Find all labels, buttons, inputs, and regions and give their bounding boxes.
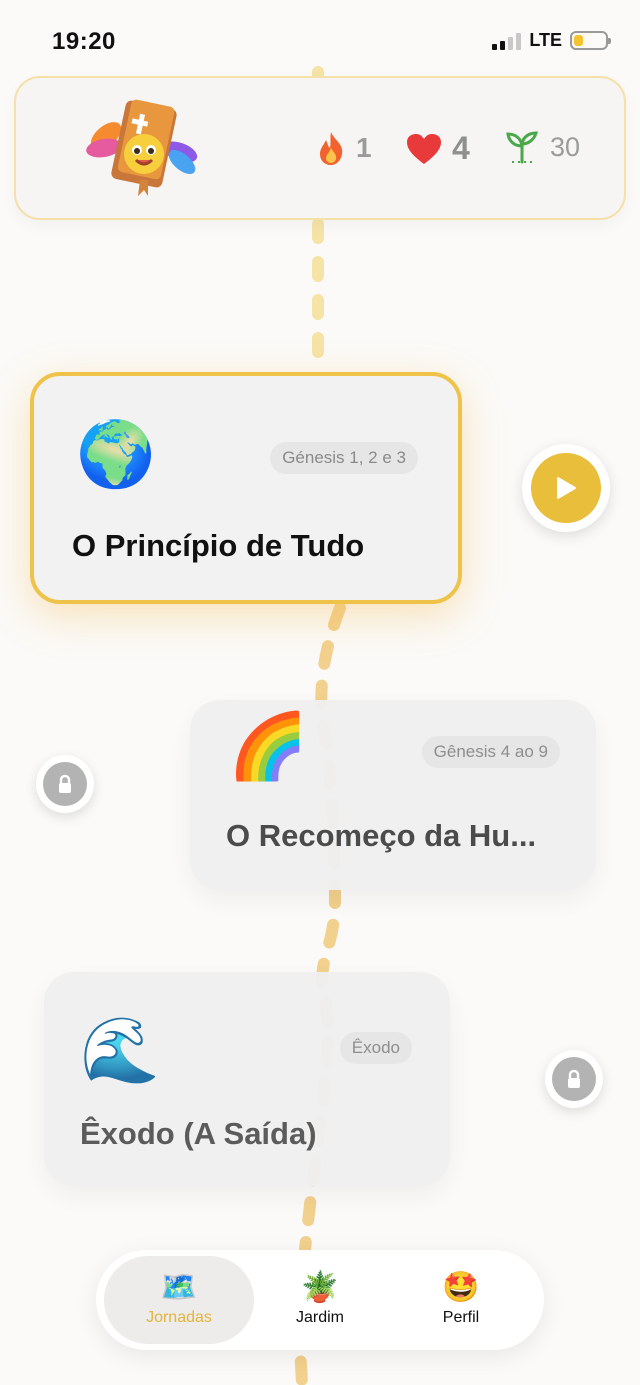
tab-label: Perfil (442, 1309, 480, 1326)
clock: 19:20 (52, 28, 116, 55)
journey-title: O Princípio de Tudo (72, 528, 365, 563)
tab-perfil[interactable]: 🤩 Perfil (386, 1256, 536, 1344)
seeds-count: 30 (550, 131, 581, 162)
journey-card-recomeco[interactable]: 🌈 Gênesis 4 ao 9 O Recomeço da Hu... (190, 700, 596, 890)
heart-icon (407, 133, 441, 164)
play-button-inner (531, 453, 601, 523)
journey-title: Êxodo (A Saída) (80, 1116, 317, 1151)
sprout-icon (506, 131, 538, 164)
play-button[interactable] (522, 444, 610, 532)
lock-button-exodo[interactable] (545, 1050, 603, 1108)
lock-button-inner (552, 1057, 596, 1101)
tab-jardim[interactable]: 🪴 Jardim (245, 1256, 395, 1344)
journey-card-exodo[interactable]: 🌊 Êxodo Êxodo (A Saída) (44, 972, 450, 1186)
streak-count: 1 (356, 132, 372, 163)
journey-reference: Gênesis 4 ao 9 (421, 736, 560, 768)
lock-button-recomeco[interactable] (36, 755, 94, 813)
battery-icon (570, 31, 611, 50)
lock-button-inner (43, 762, 87, 806)
journey-card-principio[interactable]: 🌍 Génesis 1, 2 e 3 O Princípio de Tudo (30, 372, 462, 604)
rainbow-icon: 🌈 (228, 710, 308, 782)
wave-icon: 🌊 (80, 1014, 160, 1086)
signal-icon (492, 32, 522, 50)
seeds-stat: 30 (504, 130, 580, 164)
tab-jornadas[interactable]: 🗺️ Jornadas (104, 1256, 254, 1344)
header-card: 1 4 30 (14, 76, 626, 220)
status-bar: 19:20 LTE (0, 0, 640, 80)
flame-icon (320, 132, 343, 165)
star-struck-icon: 🤩 (442, 1271, 480, 1304)
journey-reference: Êxodo (339, 1032, 412, 1064)
status-indicators: LTE (492, 30, 611, 51)
plant-icon: 🪴 (301, 1271, 339, 1304)
streak-stat: 1 (316, 130, 372, 166)
tab-label: Jornadas (146, 1309, 212, 1326)
lock-icon (59, 774, 71, 793)
journey-title: O Recomeço da Hu... (226, 818, 537, 853)
map-icon: 🗺️ (160, 1271, 198, 1304)
play-icon (557, 477, 576, 499)
tab-label: Jardim (295, 1309, 344, 1326)
globe-icon: 🌍 (76, 418, 156, 490)
bottom-tab-bar: 🗺️ Jornadas 🪴 Jardim 🤩 Perfil (96, 1250, 544, 1350)
network-label: LTE (529, 30, 562, 50)
lives-count: 4 (452, 130, 470, 166)
mascot-bible-icon (86, 99, 198, 196)
journey-reference: Génesis 1, 2 e 3 (270, 442, 418, 474)
lives-stat: 4 (406, 130, 470, 167)
lock-icon (568, 1069, 580, 1088)
